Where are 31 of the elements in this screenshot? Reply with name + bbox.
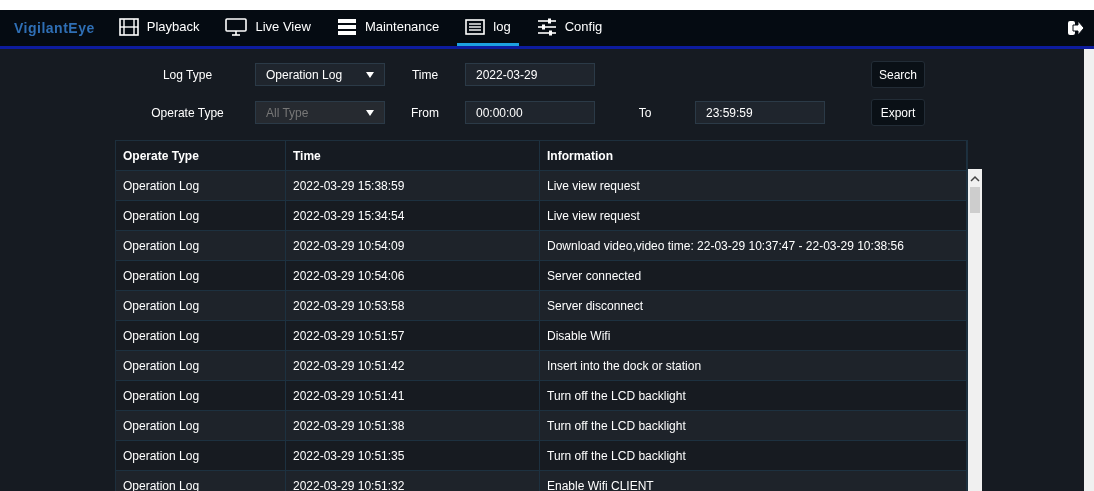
nav-tab[interactable]: Config xyxy=(528,10,611,46)
field-label: From xyxy=(410,105,440,120)
table-cell: 2022-03-29 10:51:32 xyxy=(286,471,540,491)
nav-tab[interactable]: Maintenance xyxy=(328,10,448,46)
scrollbar[interactable] xyxy=(968,169,982,491)
film-icon xyxy=(118,17,139,36)
field-label: To xyxy=(637,105,653,120)
scroll-up-icon[interactable] xyxy=(970,175,980,183)
page-scrollbar[interactable] xyxy=(1084,49,1094,491)
nav-tab[interactable]: Playback xyxy=(110,10,208,46)
nav-tab[interactable]: log xyxy=(457,10,519,46)
dropdown-arrow-icon xyxy=(366,109,374,116)
time-field[interactable]: 23:59:59 xyxy=(695,101,825,124)
server-icon xyxy=(336,17,357,36)
field-label: Operate Type xyxy=(150,105,225,120)
logout-icon[interactable] xyxy=(1068,20,1084,36)
time-field[interactable]: 00:00:00 xyxy=(465,101,595,124)
brand-logo: VigilantEye xyxy=(14,20,95,36)
sliders-icon xyxy=(536,17,557,36)
nav-tab[interactable]: Live View xyxy=(217,10,319,46)
monitor-icon xyxy=(225,17,248,36)
search-button[interactable]: Search xyxy=(871,61,925,88)
dropdown-arrow-icon xyxy=(366,71,374,78)
field-label: Time xyxy=(410,67,440,82)
export-button[interactable]: Export xyxy=(871,99,925,126)
table-cell: Enable Wifi CLIENT xyxy=(540,471,967,491)
date-field[interactable]: 2022-03-29 xyxy=(465,63,595,86)
log-type-dropdown[interactable]: Operation Log xyxy=(255,63,385,86)
scroll-thumb[interactable] xyxy=(970,187,980,213)
field-label: Log Type xyxy=(161,67,214,82)
list-icon xyxy=(465,18,486,35)
